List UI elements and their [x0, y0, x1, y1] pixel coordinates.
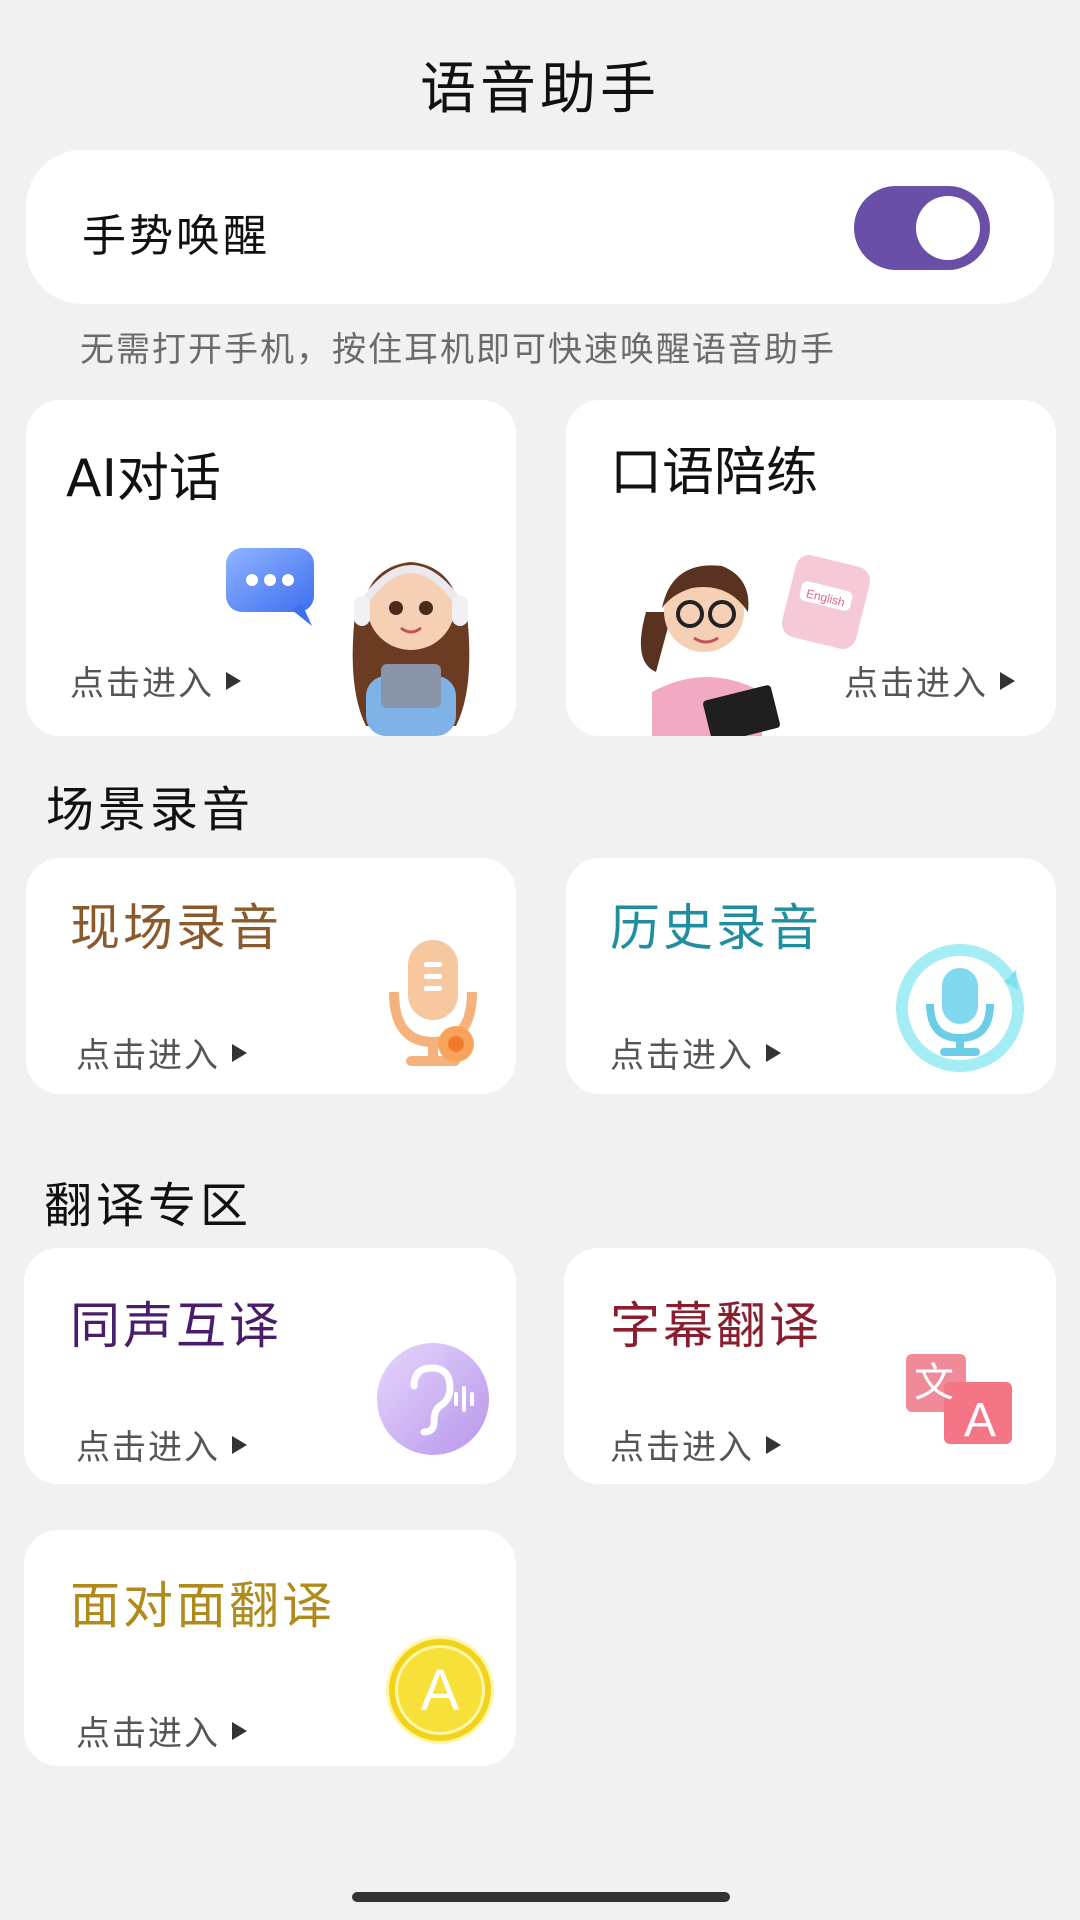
gesture-wake-card: 手势唤醒: [26, 150, 1054, 304]
chat-bubble-icon: [226, 548, 314, 626]
play-arrow-icon: [766, 1043, 781, 1062]
play-arrow-icon: [1000, 671, 1015, 690]
enter-label: 点击进入: [70, 664, 214, 704]
play-arrow-icon: [226, 671, 241, 690]
english-book-icon: English: [781, 555, 871, 649]
simultaneous-translation-title: 同声互译: [70, 1297, 282, 1355]
live-recording-title: 现场录音: [70, 899, 282, 957]
enter-label: 点击进入: [844, 664, 988, 704]
gesture-wake-hint: 无需打开手机，按住耳机即可快速唤醒语音助手: [80, 330, 836, 370]
live-recording-enter-link[interactable]: 点击进入: [76, 1028, 247, 1077]
letter-a-badge-icon: A: [386, 1636, 494, 1744]
subtitle-translation-title: 字幕翻译: [610, 1297, 822, 1355]
ai-chat-card[interactable]: AI对话 点击进入: [26, 400, 516, 736]
enter-label: 点击进入: [610, 1036, 754, 1076]
girl-headphones-illustration: [352, 562, 470, 736]
subtitle-translation-enter-link[interactable]: 点击进入: [610, 1420, 781, 1469]
gesture-wake-toggle[interactable]: [854, 186, 990, 270]
play-arrow-icon: [232, 1435, 247, 1454]
subtitle-translation-card[interactable]: 字幕翻译 点击进入 文 A: [564, 1248, 1056, 1484]
ear-listening-icon: [377, 1343, 489, 1455]
oral-practice-enter-link[interactable]: 点击进入: [844, 656, 1015, 705]
teacher-illustration: [640, 565, 780, 736]
home-indicator[interactable]: [352, 1892, 730, 1902]
simultaneous-translation-card[interactable]: 同声互译 点击进入: [24, 1248, 516, 1484]
live-recording-card[interactable]: 现场录音 点击进入: [26, 858, 516, 1094]
play-arrow-icon: [766, 1435, 781, 1454]
history-microphone-icon: [896, 944, 1024, 1072]
oral-practice-title: 口语陪练: [610, 443, 819, 503]
face-to-face-translation-title: 面对面翻译: [70, 1577, 335, 1635]
translate-glyph-en: A: [964, 1394, 996, 1447]
translate-icon: 文 A: [906, 1354, 1012, 1447]
history-recording-card[interactable]: 历史录音 点击进入: [566, 858, 1056, 1094]
history-recording-enter-link[interactable]: 点击进入: [610, 1028, 781, 1077]
face-to-face-translation-enter-link[interactable]: 点击进入: [76, 1706, 247, 1755]
enter-label: 点击进入: [610, 1428, 754, 1468]
face-to-face-translation-card[interactable]: 面对面翻译 点击进入 A: [24, 1530, 516, 1766]
ai-chat-enter-link[interactable]: 点击进入: [70, 656, 241, 705]
toggle-knob: [916, 196, 980, 260]
ai-chat-title: AI对话: [66, 449, 221, 509]
simultaneous-translation-enter-link[interactable]: 点击进入: [76, 1420, 247, 1469]
section-heading-recording: 场景录音: [46, 782, 255, 838]
face-glyph: A: [421, 1658, 460, 1723]
history-recording-title: 历史录音: [610, 899, 822, 957]
enter-label: 点击进入: [76, 1714, 220, 1754]
translate-glyph-zh: 文: [914, 1360, 954, 1406]
enter-label: 点击进入: [76, 1036, 220, 1076]
play-arrow-icon: [232, 1721, 247, 1740]
gesture-wake-label: 手势唤醒: [82, 211, 270, 262]
enter-label: 点击进入: [76, 1428, 220, 1468]
play-arrow-icon: [232, 1043, 247, 1062]
microphone-icon: [389, 940, 477, 1066]
oral-practice-card[interactable]: 口语陪练 点击进入 English: [566, 400, 1056, 736]
page-title: 语音助手: [420, 57, 660, 122]
section-heading-translation: 翻译专区: [44, 1178, 253, 1234]
